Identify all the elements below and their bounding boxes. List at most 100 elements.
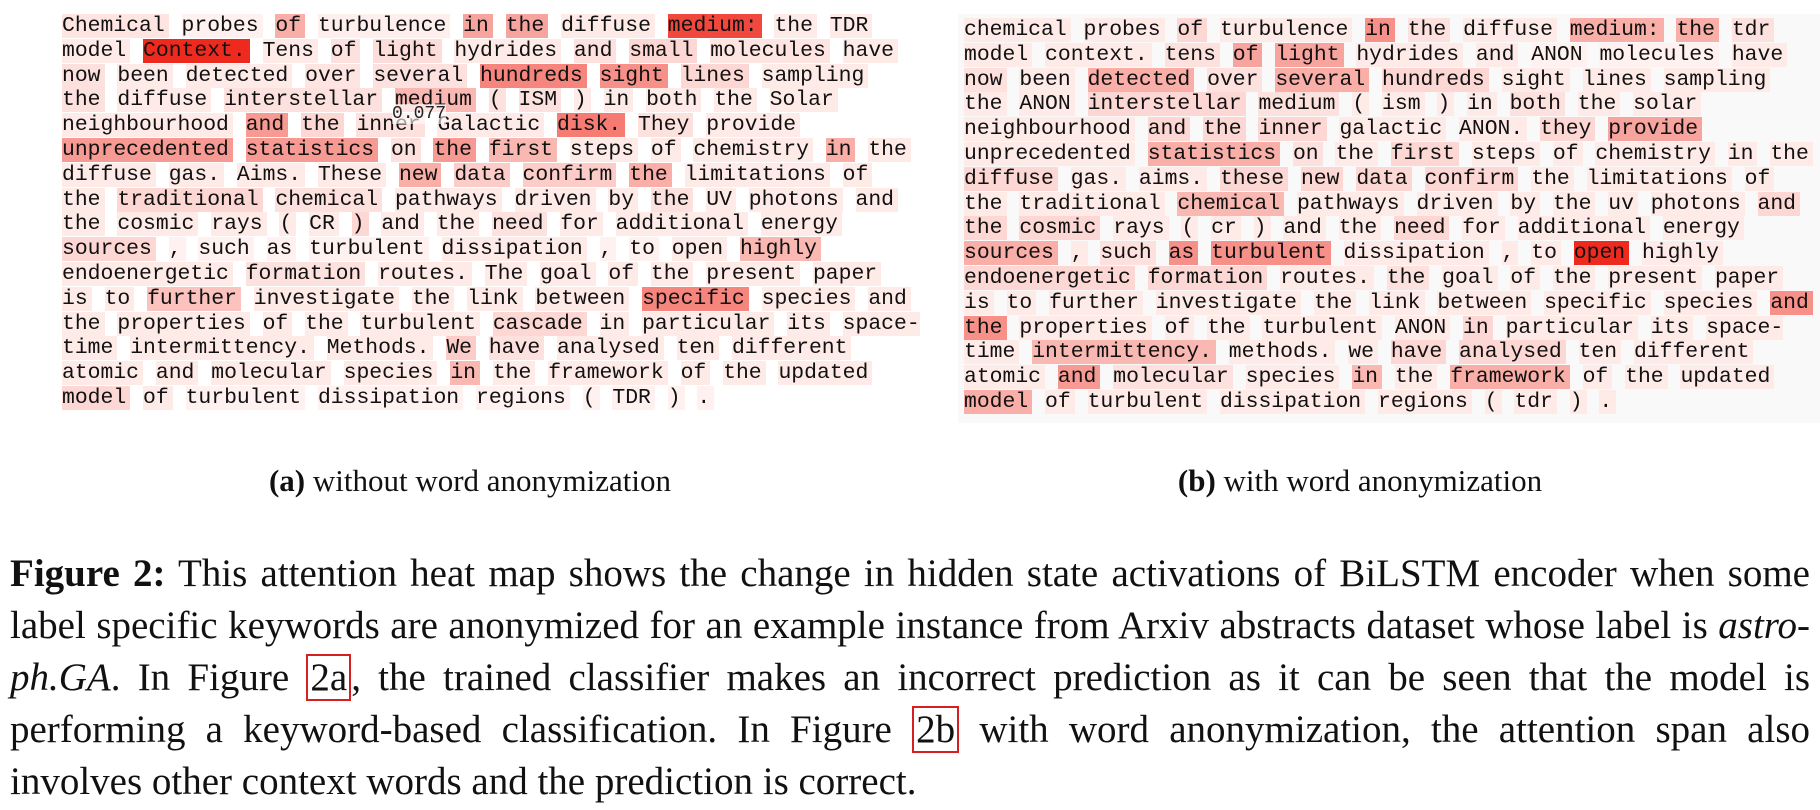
heatmap-a-word: cosmic (117, 212, 199, 237)
heatmap-a-word: confirm (522, 162, 617, 187)
heatmap-b-word: its (1650, 315, 1694, 340)
heatmap-b-word: by (1510, 191, 1541, 216)
heatmap-a-word: in (825, 137, 856, 162)
figure-ref-2b-link[interactable]: 2b (912, 706, 960, 753)
heatmap-b-word: of (1582, 365, 1613, 390)
heatmap-b-word: ANON (1019, 92, 1075, 117)
heatmap-b-word: on (1292, 141, 1323, 166)
heatmap-a-word: and (155, 361, 199, 386)
heatmap-a-word: turbulence (317, 14, 451, 38)
heatmap-b-word: unprecedented (964, 141, 1135, 166)
heatmap-b-word: goal (1442, 265, 1498, 290)
heatmap-a-word: traditional (117, 187, 263, 212)
heatmap-b-word: uv (1608, 191, 1638, 216)
heatmap-a-word: Chemical (62, 14, 169, 38)
heatmap-b-word: diffuse (1463, 18, 1557, 42)
heatmap-a-word: The (484, 261, 528, 286)
heatmap-a-word: particular (642, 311, 775, 336)
heatmap-b-word: pathways (1296, 191, 1404, 216)
heatmap-a-word: medium: (667, 14, 762, 38)
heatmap-b-word: need (1394, 216, 1450, 241)
heatmap-b-word: confirm (1424, 166, 1519, 191)
heatmap-a-word: Tens (262, 38, 318, 63)
heatmap-a-word: TDR (829, 14, 873, 38)
heatmap-b-word: the (1625, 365, 1668, 390)
heatmap-a-word: model (62, 38, 131, 63)
heatmap-b-word: between (1437, 290, 1532, 315)
heatmap-b-word: and (1283, 216, 1326, 241)
heatmap-a-word: goal (540, 261, 596, 286)
heatmap-b-word: been (1019, 67, 1075, 92)
subcaption-b-text: with word anonymization (1223, 463, 1543, 498)
heatmap-a-word: diffuse (561, 14, 655, 38)
heatmap-b-word: of (1232, 42, 1263, 67)
heatmap-b-word: in (1365, 18, 1395, 42)
heatmap-a-word: small (629, 38, 698, 63)
heatmap-b-word: molecules (1599, 42, 1719, 67)
subcaption-a-label: (a) (268, 463, 306, 498)
heatmap-a-word: the (301, 113, 344, 138)
heatmap-b-word: ( (1352, 92, 1370, 117)
heatmap-a-word: investigate (253, 286, 399, 311)
heatmap-b-word: in (1467, 92, 1497, 117)
heatmap-b-word: the (1676, 18, 1719, 42)
heatmap-a-word: now (62, 63, 105, 88)
heatmap-b-word: data (1356, 166, 1412, 191)
heatmap-b-word: tdr (1514, 389, 1557, 414)
heatmap-a-word: dissipation (441, 237, 587, 262)
heatmap-a-word: sampling (761, 63, 869, 88)
heatmap-a-word: been (117, 63, 173, 88)
heatmap-b-word: in (1727, 141, 1758, 166)
heatmap-a-word: ) (667, 385, 685, 410)
subcaption-b-label: (b) (1177, 463, 1216, 498)
heatmap-a-word: need (492, 212, 548, 237)
heatmap-b-word: model (964, 42, 1033, 67)
heatmap-a-word: rays (211, 212, 267, 237)
heatmap-b-word: probes (1083, 18, 1165, 42)
heatmap-b-word: updated (1680, 365, 1775, 390)
heatmap-a-word: over (305, 63, 361, 88)
heatmap-a-word: diffuse (62, 162, 156, 187)
heatmap-b-word: and (1147, 117, 1191, 142)
heatmap-a-word: model (62, 385, 131, 410)
heatmap-a-word: link (467, 286, 523, 311)
figure-ref-2a-link[interactable]: 2a (306, 654, 352, 701)
heatmap-a-word: the (650, 261, 694, 286)
heatmap-b-word: of (1552, 141, 1583, 166)
heatmap-a-word: ) (351, 212, 369, 237)
caption-text-2: . In Figure (110, 656, 290, 699)
heatmap-a-word: first (488, 137, 558, 162)
heatmap-b-word: intermittency. (1032, 340, 1216, 365)
heatmap-a-word: the (62, 88, 105, 113)
heatmap-a-word: of (262, 311, 293, 336)
heatmap-b-word: of (1164, 315, 1195, 340)
figure-caption: Figure 2: This attention heat map shows … (10, 548, 1810, 808)
heatmap-a-word: , (168, 237, 186, 262)
heatmap-b-word: traditional (1019, 191, 1165, 216)
heatmap-b-word: ) (1569, 389, 1587, 414)
heatmap-a-word: molecules (710, 38, 830, 63)
heatmap-b-word: the (1577, 92, 1621, 117)
heatmap-a-word: They (638, 113, 694, 138)
heatmap-b-word: such (1100, 241, 1156, 266)
heatmap-b-word: investigate (1155, 290, 1301, 315)
heatmap-b-word: first (1390, 141, 1460, 166)
heatmap-a-word: neighbourhood (62, 113, 233, 138)
heatmap-a-word: sources (62, 237, 156, 262)
heatmap-b-word: medium (1258, 92, 1340, 117)
heatmap-b-word: framework (1450, 365, 1570, 390)
heatmap-b-word: have (1390, 340, 1447, 365)
heatmap-panel-b: chemical probes of turbulence in the dif… (958, 14, 1820, 423)
heatmap-b-word: several (1275, 67, 1370, 92)
heatmap-a-word: atomic (62, 361, 144, 386)
heatmap-a-word: Methods. (326, 336, 434, 361)
heatmap-a-word: light (373, 38, 442, 63)
heatmap-a-word: to (629, 237, 659, 262)
heatmap-b-word: sight (1501, 67, 1570, 92)
heatmap-a-word: in (450, 361, 480, 386)
heatmap-a-word: the (62, 311, 105, 336)
heatmap-b-word: sources (964, 241, 1058, 266)
heatmap-a-word: and (868, 286, 911, 311)
heatmap-b-word: open (1573, 241, 1630, 266)
heatmap-a-word: of (330, 38, 361, 63)
